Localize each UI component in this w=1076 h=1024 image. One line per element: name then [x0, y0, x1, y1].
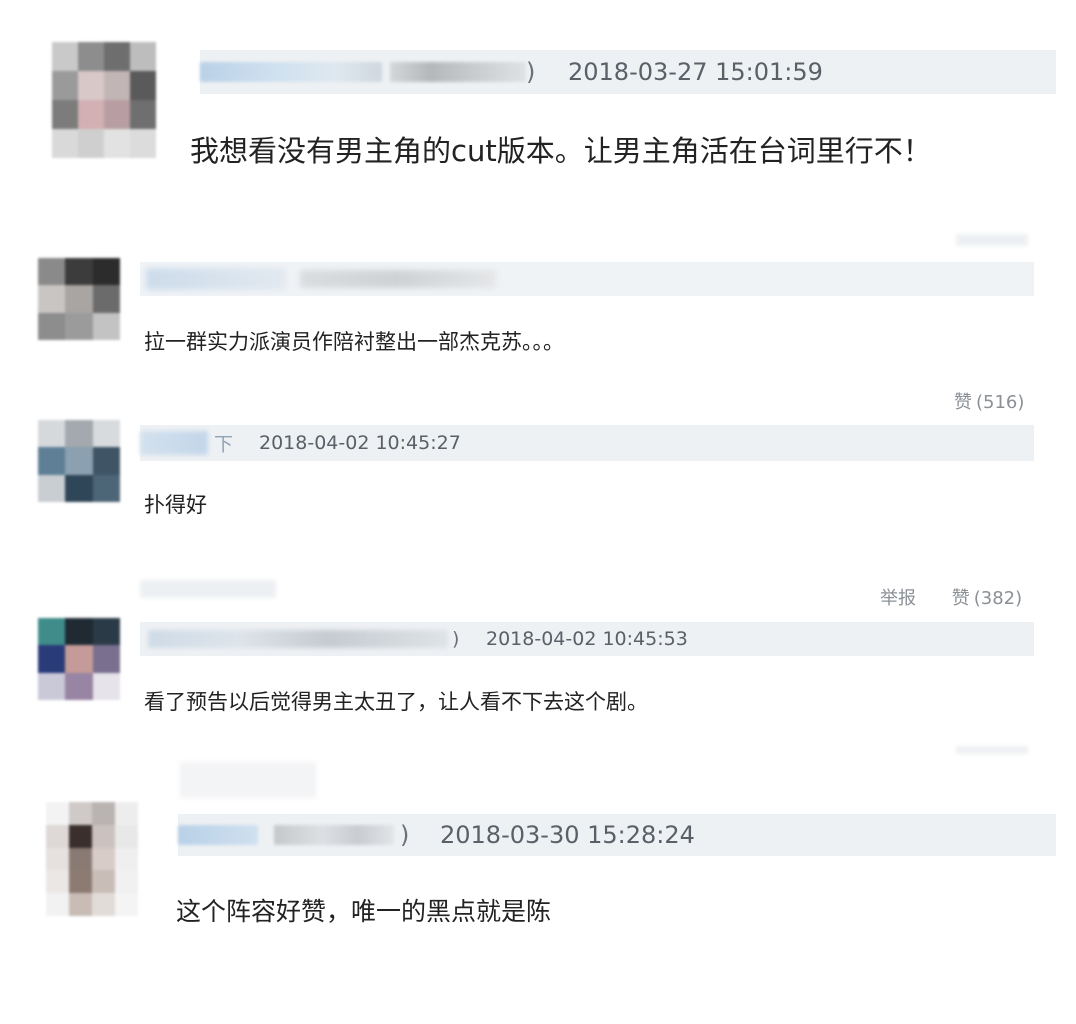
- comment-text: 这个阵容好赞，唯一的黑点就是陈: [176, 897, 552, 926]
- like-label: 赞: [951, 588, 970, 609]
- username-suffix: ): [526, 58, 536, 86]
- avatar[interactable]: [52, 42, 156, 158]
- comment-meta-bar: [140, 262, 1034, 296]
- like-button[interactable]: 赞 (382): [946, 588, 1022, 609]
- username-blurred[interactable]: [140, 431, 208, 455]
- like-count: (382): [973, 588, 1023, 609]
- comment-text: 看了预告以后觉得男主太丑了，让人看不下去这个剧。: [144, 690, 648, 714]
- username-blurred[interactable]: [200, 62, 382, 82]
- cropped-username-row: [140, 580, 276, 598]
- like-button[interactable]: 赞 (516): [954, 392, 1024, 413]
- cropped-actions-row: [956, 234, 1028, 246]
- comment-meta-bar: ) 2018-03-30 15:28:24: [178, 814, 1056, 856]
- comment-meta-bar: ) 2018-04-02 10:45:53: [140, 622, 1034, 656]
- username-suffix: 下: [214, 433, 234, 456]
- comment-text: 扑得好: [144, 493, 207, 517]
- username-blurred[interactable]: [148, 630, 448, 648]
- comment-meta-bar: 下 2018-04-02 10:45:27: [140, 425, 1034, 461]
- comment-text: 拉一群实力派演员作陪衬整出一部杰克苏。。。: [144, 330, 564, 354]
- comment-timestamp: 2018-03-27 15:01:59: [568, 58, 823, 86]
- username-suffix: ): [452, 628, 460, 650]
- report-button[interactable]: 举报: [880, 588, 916, 609]
- user-note-blurred: [274, 825, 394, 845]
- comment-timestamp: 2018-04-02 10:45:53: [486, 628, 688, 650]
- timestamp-blurred: [300, 270, 496, 288]
- avatar[interactable]: [38, 618, 120, 700]
- username-blurred[interactable]: [178, 825, 258, 845]
- avatar[interactable]: [38, 420, 120, 502]
- user-note-blurred: [390, 62, 526, 82]
- comment-actions: 赞 (516): [954, 388, 1024, 414]
- like-count: (516): [976, 392, 1025, 413]
- avatar[interactable]: [46, 802, 138, 916]
- comment-meta-bar: ) 2018-03-27 15:01:59: [200, 50, 1056, 94]
- username-suffix: ): [400, 821, 410, 849]
- avatar[interactable]: [38, 258, 120, 340]
- like-label: 赞: [954, 392, 972, 413]
- cropped-username-row: [180, 762, 316, 798]
- comment-timestamp: 2018-03-30 15:28:24: [440, 821, 695, 849]
- comment-actions: 举报 赞 (382): [880, 584, 1022, 610]
- comment-timestamp: 2018-04-02 10:45:27: [259, 432, 461, 454]
- cropped-actions-row: [956, 746, 1028, 754]
- comment-text: 我想看没有男主角的cut版本。让男主角活在台词里行不！: [190, 134, 932, 168]
- username-blurred[interactable]: [146, 268, 286, 290]
